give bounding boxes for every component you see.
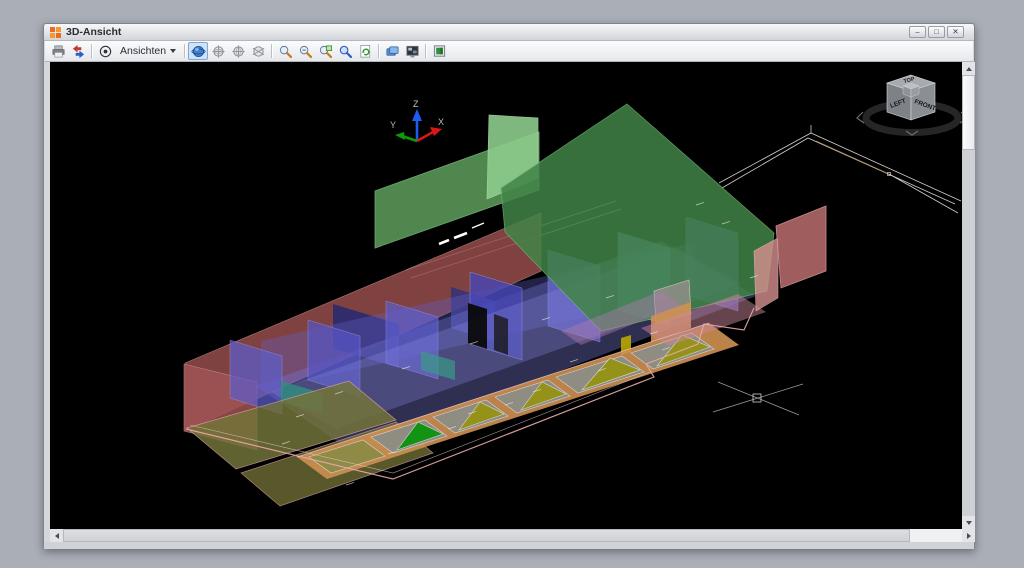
3d-model-canvas: Z X Y TOP xyxy=(50,62,962,529)
right-end-wall-red xyxy=(776,206,826,288)
chevron-down-icon xyxy=(170,49,176,53)
axis-label-y: Y xyxy=(390,120,396,130)
view-cube[interactable]: TOP LEFT FRONT xyxy=(857,75,962,135)
axis-label-x: X xyxy=(438,117,444,127)
triangle-down-icon xyxy=(966,521,972,525)
center-target-button[interactable] xyxy=(95,42,115,60)
globe-view-button-1[interactable] xyxy=(208,42,228,60)
zoom-window-icon xyxy=(318,44,333,59)
zoom-in-button[interactable] xyxy=(275,42,295,60)
zoom-out-button[interactable] xyxy=(295,42,315,60)
door-opening xyxy=(494,314,508,355)
toolbar: Ansichten xyxy=(45,41,973,62)
vertical-scrollbar-thumb[interactable] xyxy=(962,75,975,150)
toolbar-separator xyxy=(425,44,426,58)
triangle-up-icon xyxy=(966,67,972,71)
axis-label-z: Z xyxy=(413,99,419,109)
globe-icon xyxy=(251,44,266,59)
print-button[interactable] xyxy=(48,42,68,60)
scroll-left-button[interactable] xyxy=(50,529,63,542)
horizontal-scrollbar-thumb[interactable] xyxy=(63,529,910,542)
copy-contents-button[interactable] xyxy=(382,42,402,60)
app-window-button[interactable] xyxy=(429,42,449,60)
maximize-button[interactable]: □ xyxy=(928,26,945,38)
target-icon xyxy=(98,44,113,59)
window-frame-bottom xyxy=(44,542,974,549)
triangle-left-icon xyxy=(55,533,59,539)
globe-view-button-2[interactable] xyxy=(228,42,248,60)
desktop-background: { "window": { "title": "3D-Ansicht", "co… xyxy=(0,0,1024,568)
vertical-scrollbar[interactable] xyxy=(962,62,975,529)
save-view-image-button[interactable] xyxy=(402,42,422,60)
folders-icon xyxy=(385,44,400,59)
regenerate-icon xyxy=(358,44,373,59)
right-wall-pink xyxy=(754,238,778,311)
orbit-sphere-icon xyxy=(191,44,206,59)
axis-gizmo: Z X Y xyxy=(390,99,444,141)
app-logo-icon xyxy=(50,27,61,38)
toolbar-separator xyxy=(91,44,92,58)
zoom-extents-icon xyxy=(338,44,353,59)
views-dropdown[interactable]: Ansichten xyxy=(115,42,181,60)
close-button[interactable]: ✕ xyxy=(947,26,964,38)
app-window-icon xyxy=(432,44,447,59)
regenerate-button[interactable] xyxy=(355,42,375,60)
scroll-down-button[interactable] xyxy=(962,516,975,529)
globe-view-button-3[interactable] xyxy=(248,42,268,60)
zoom-in-icon xyxy=(278,44,293,59)
orbit-mode-button[interactable] xyxy=(188,42,208,60)
zoom-window-button[interactable] xyxy=(315,42,335,60)
views-dropdown-label: Ansichten xyxy=(120,45,166,57)
crosshair-marker xyxy=(713,382,803,415)
minimize-button[interactable]: – xyxy=(909,26,926,38)
zoom-extents-button[interactable] xyxy=(335,42,355,60)
toolbar-separator xyxy=(378,44,379,58)
triangle-right-icon xyxy=(967,533,971,539)
window-titlebar[interactable]: 3D-Ansicht – □ ✕ xyxy=(44,24,974,41)
printer-icon xyxy=(51,44,66,59)
globe-icon xyxy=(211,44,226,59)
globe-icon xyxy=(231,44,246,59)
toolbar-separator xyxy=(184,44,185,58)
toolbar-separator xyxy=(271,44,272,58)
3d-view-window: 3D-Ansicht – □ ✕ Ansichten xyxy=(43,23,975,549)
viewport-image-icon xyxy=(405,44,420,59)
window-title: 3D-Ansicht xyxy=(66,26,909,38)
scroll-up-button[interactable] xyxy=(962,62,975,75)
refresh-view-button[interactable] xyxy=(68,42,88,60)
viewport-3d[interactable]: Z X Y TOP xyxy=(50,62,962,529)
refresh-arrows-icon xyxy=(71,44,86,59)
door-opening xyxy=(468,303,487,349)
zoom-out-icon xyxy=(298,44,313,59)
scroll-right-button[interactable] xyxy=(962,529,975,542)
horizontal-scrollbar[interactable] xyxy=(50,529,975,542)
